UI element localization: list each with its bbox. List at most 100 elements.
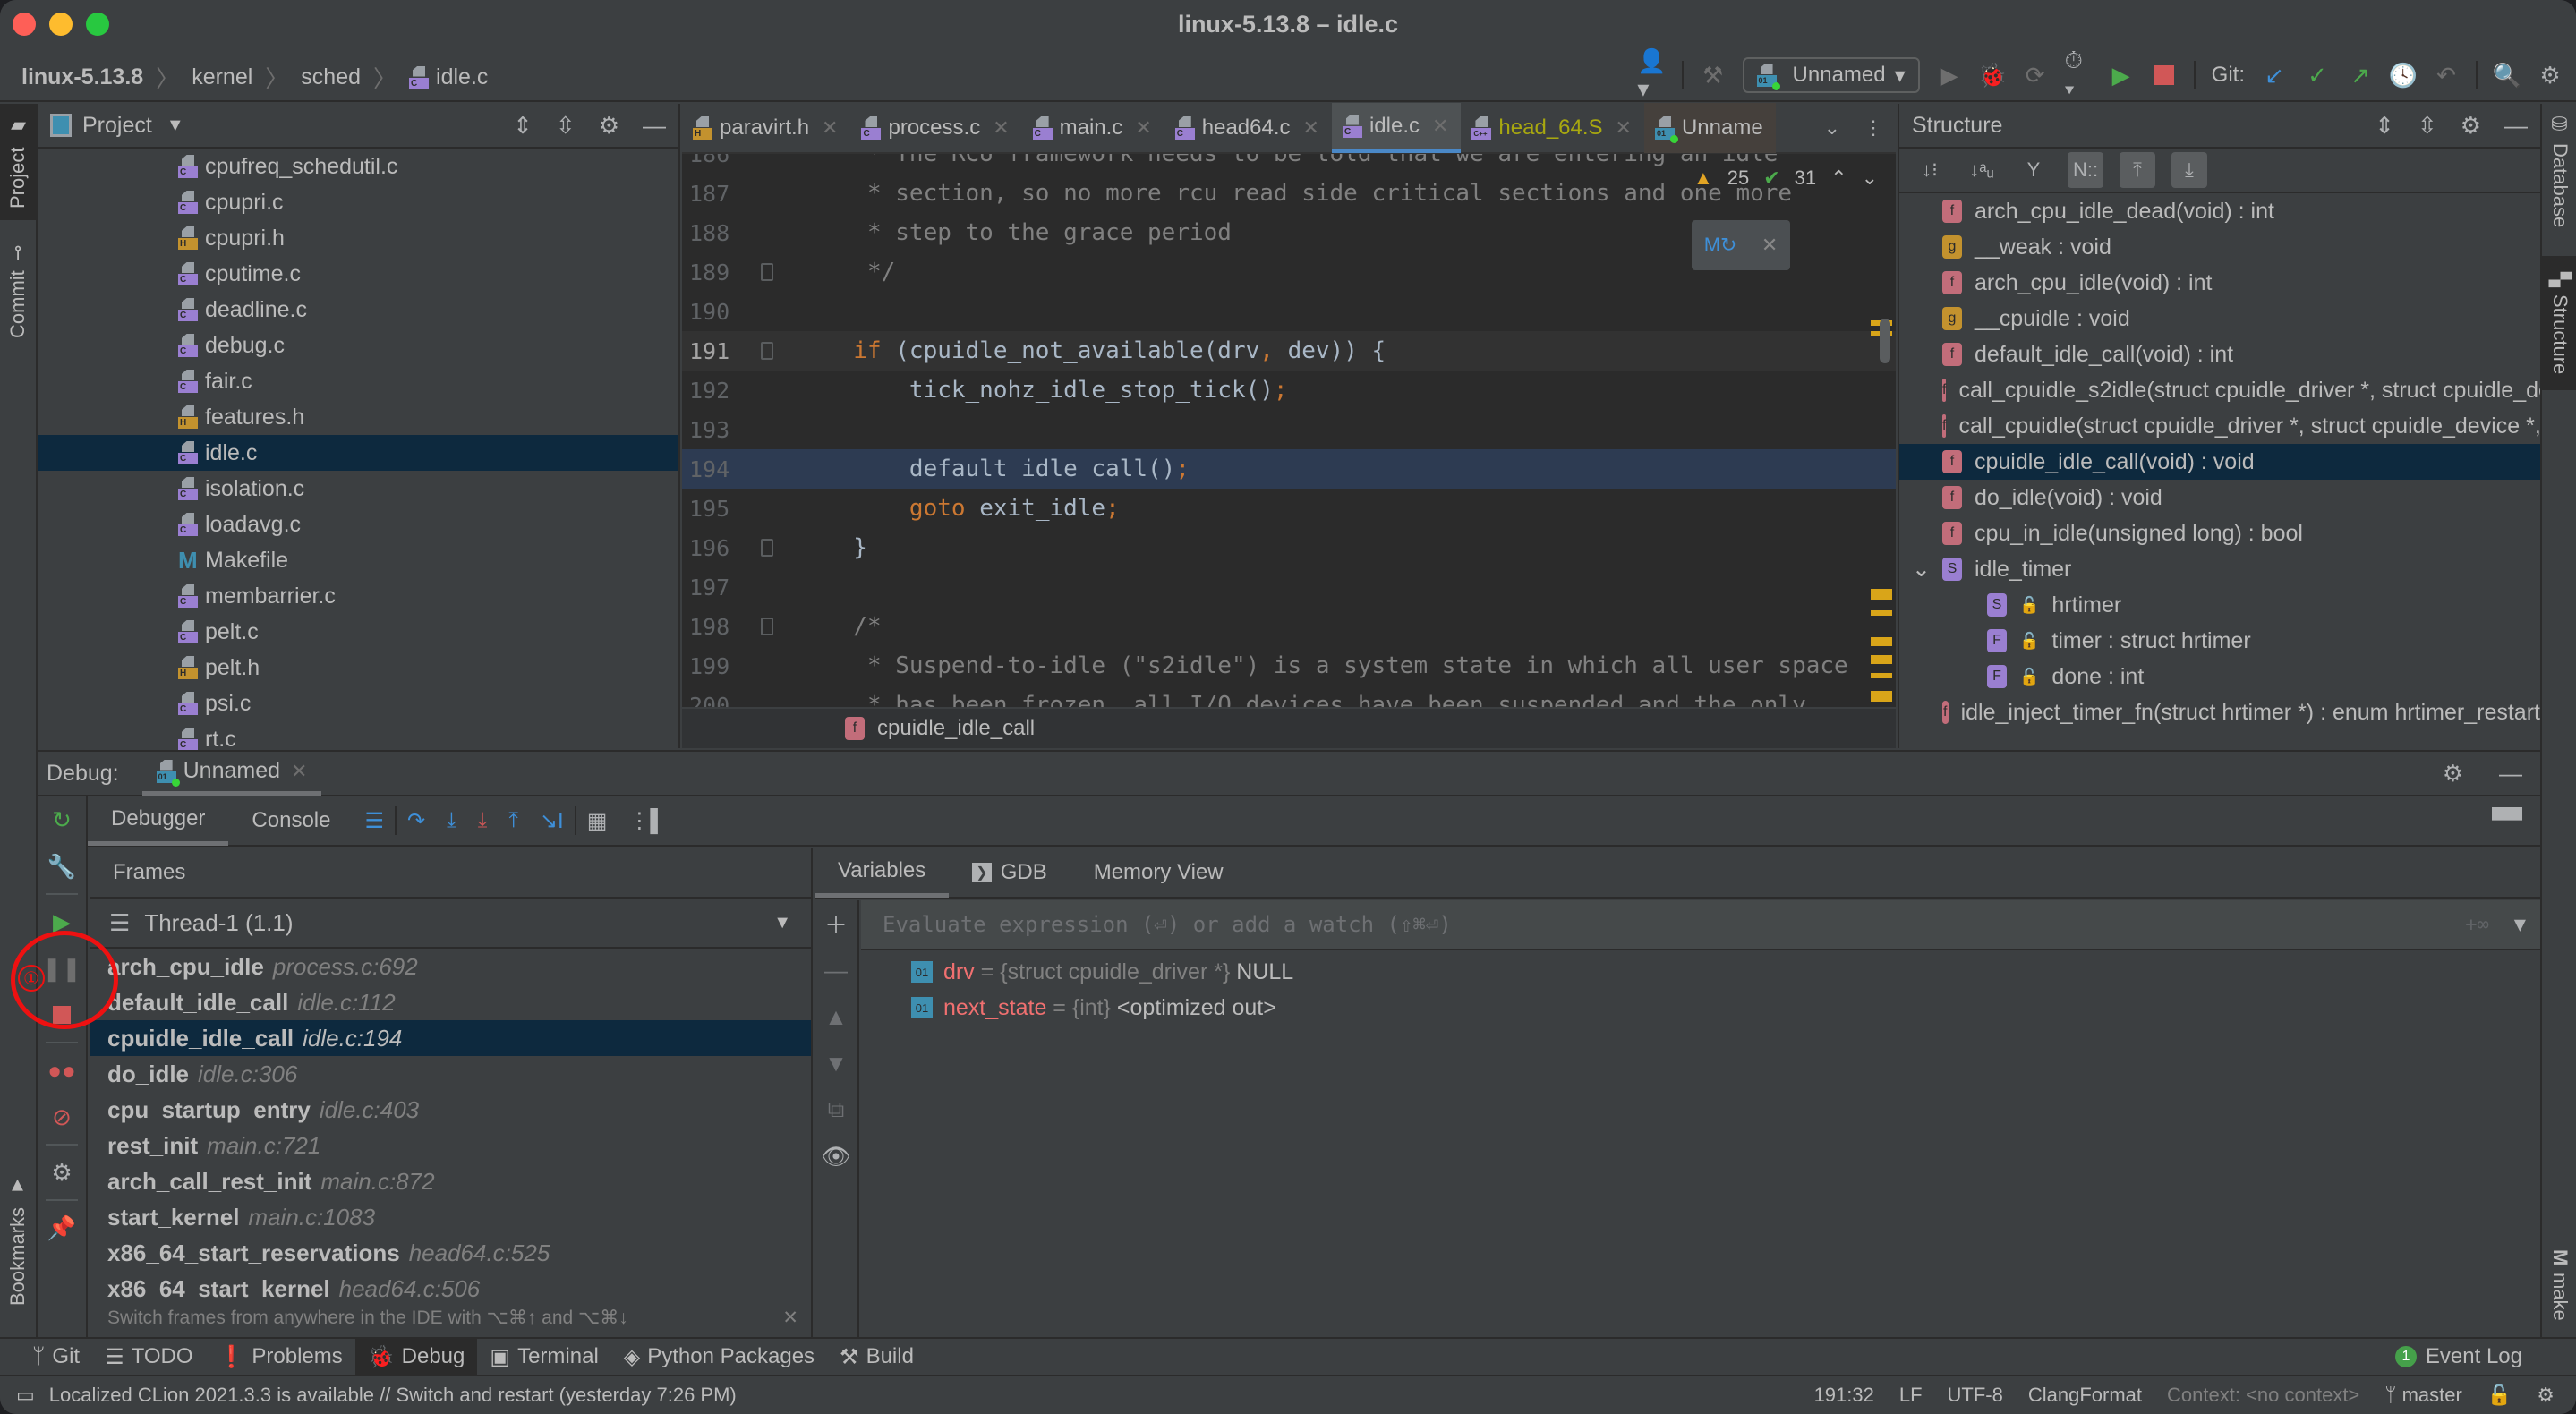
variable-row[interactable]: 01 drv = {struct cpuidle_driver *} NULL — [911, 954, 1293, 990]
tool-window-debug[interactable]: 🐞 Debug — [354, 1338, 478, 1376]
editor-tab[interactable]: C++ head_64.S ✕ — [1461, 103, 1644, 153]
line-number[interactable]: 194 — [682, 456, 745, 482]
code-line[interactable]: 194 default_idle_call(); — [682, 449, 1896, 489]
project-file-item[interactable]: Cpsi.c — [38, 686, 678, 721]
collapse-all-icon[interactable]: ⇳ — [556, 112, 576, 140]
breadcrumb-sched[interactable]: sched — [301, 64, 361, 90]
close-tab-icon[interactable]: ✕ — [993, 116, 1009, 140]
variable-row[interactable]: 01 next_state = {int} <optimized out> — [911, 990, 1276, 1026]
line-number[interactable]: 192 — [682, 378, 745, 404]
previous-highlight-icon[interactable]: ⌃ — [1830, 166, 1847, 190]
evaluate-expression-icon[interactable]: ▦ — [587, 808, 608, 834]
structure-item[interactable]: F 🔓 done : int — [1899, 659, 2540, 694]
debug-settings-gear-icon[interactable]: ⚙ — [38, 1149, 86, 1196]
project-file-item[interactable]: Cdebug.c — [38, 328, 678, 363]
trace-current-stream-icon[interactable]: ⋮▌ — [628, 808, 665, 834]
code-line[interactable]: 197 — [682, 567, 1896, 607]
pin-tab-icon[interactable]: 📌 — [38, 1205, 86, 1251]
tool-tab-database[interactable]: ⛁ Database — [2542, 104, 2576, 238]
stack-frame[interactable]: cpu_startup_entry idle.c:403 — [90, 1092, 811, 1128]
chevron-down-icon[interactable]: ▼ — [166, 115, 184, 136]
navigate-from-source-icon[interactable]: ⤒ — [2120, 152, 2155, 188]
line-number[interactable]: 189 — [682, 260, 745, 285]
file-encoding[interactable]: UTF-8 — [1948, 1384, 2003, 1407]
cmake-reload-icon[interactable]: M↻ — [1704, 234, 1737, 257]
run-with-coverage-icon[interactable]: ▶ — [2108, 62, 2135, 89]
code-line[interactable]: 192 tick_nohz_idle_stop_tick(); — [682, 371, 1896, 410]
editor-tab[interactable]: Cidle.c ✕ — [1331, 103, 1462, 153]
line-number[interactable]: 193 — [682, 417, 745, 443]
line-separator[interactable]: LF — [1899, 1384, 1923, 1407]
run-icon[interactable]: ▶ — [1936, 62, 1963, 89]
add-watch-icon[interactable]: ＋ — [815, 900, 857, 947]
editor-breadcrumb-function[interactable]: cpuidle_idle_call — [877, 716, 1035, 741]
structure-item[interactable]: f call_cpuidle(struct cpuidle_driver *, s… — [1899, 408, 2540, 444]
gutter[interactable] — [745, 371, 825, 410]
show-namespaces-icon[interactable]: N:: — [2068, 152, 2103, 188]
expand-all-icon[interactable]: ⇕ — [513, 112, 533, 140]
line-number[interactable]: 186 — [682, 154, 745, 167]
collapse-all-icon[interactable]: ⇳ — [2418, 112, 2437, 140]
line-number[interactable]: 190 — [682, 299, 745, 325]
evaluate-expression-input[interactable]: Evaluate expression (⏎) or add a watch (… — [861, 900, 2540, 950]
structure-item[interactable]: f idle_inject_timer_fn(struct hrtimer *) … — [1899, 694, 2540, 730]
view-options-eye-icon[interactable]: 👁 — [815, 1133, 857, 1180]
debug-session-tab[interactable]: 01 Unnamed ✕ — [141, 751, 322, 796]
help-gear-icon[interactable]: ⚙ — [2537, 1384, 2555, 1407]
build-hammer-icon[interactable]: ⚒ — [1700, 62, 1727, 89]
tab-console[interactable]: Console — [228, 796, 354, 846]
hide-icon[interactable]: — — [2499, 760, 2522, 788]
code-line[interactable]: 196 } — [682, 528, 1896, 567]
editor-tab[interactable]: Cmain.c ✕ — [1022, 103, 1164, 153]
structure-item[interactable]: f cpuidle_idle_call(void) : void — [1899, 444, 2540, 480]
step-out-icon[interactable]: ⤒ — [508, 808, 518, 833]
project-title[interactable]: Project — [82, 113, 152, 139]
close-tab-icon[interactable]: ✕ — [1616, 116, 1632, 140]
stack-frame[interactable]: x86_64_start_reservations head64.c:525 — [90, 1235, 811, 1271]
gear-icon[interactable]: ⚙ — [2461, 112, 2481, 140]
tab-variables[interactable]: Variables — [815, 848, 950, 898]
duplicate-watch-icon[interactable]: ⧉ — [815, 1086, 857, 1133]
code-line[interactable]: 198 /* — [682, 607, 1896, 646]
tab-gdb[interactable]: ❯ GDB — [949, 848, 1070, 898]
structure-item[interactable]: f default_idle_call(void) : int — [1899, 336, 2540, 372]
fold-icon[interactable] — [761, 618, 773, 635]
structure-item[interactable]: g __weak : void — [1899, 229, 2540, 265]
stack-frame[interactable]: arch_cpu_idle process.c:692 — [90, 949, 811, 984]
run-to-cursor-icon[interactable]: ↘I — [540, 808, 564, 834]
tab-list-chevron-icon[interactable]: ⌄ — [1824, 116, 1840, 140]
git-commit-icon[interactable]: ✓ — [2304, 62, 2331, 89]
code-line[interactable]: 199 * Suspend-to-idle ("s2idle") is a sy… — [682, 646, 1896, 686]
editor-tab[interactable]: Cprocess.c ✕ — [850, 103, 1021, 153]
tab-memory-view[interactable]: Memory View — [1070, 848, 1247, 898]
settings-wrench-icon[interactable]: 🔧 — [38, 843, 86, 890]
context-selector[interactable]: Context: <no context> — [2167, 1384, 2359, 1407]
git-push-icon[interactable]: ↗ — [2347, 62, 2374, 89]
structure-item[interactable]: f arch_cpu_idle(void) : int — [1899, 265, 2540, 301]
stack-frame[interactable]: cpuidle_idle_call idle.c:194 — [90, 1020, 811, 1056]
chevron-down-icon[interactable]: ⌄ — [1912, 556, 1942, 583]
gutter[interactable] — [745, 489, 825, 528]
gear-icon[interactable]: ⚙ — [2443, 760, 2463, 788]
tool-window-problems[interactable]: ❗ Problems — [206, 1338, 355, 1376]
step-over-icon[interactable]: ↷ — [407, 808, 425, 834]
code-line[interactable]: 200 * has been frozen, all I/O devices h… — [682, 686, 1896, 707]
gear-icon[interactable]: ⚙ — [599, 112, 619, 140]
structure-item[interactable]: g __cpuidle : void — [1899, 301, 2540, 336]
project-file-item[interactable]: Cmembarrier.c — [38, 578, 678, 614]
project-file-item[interactable]: M Makefile — [38, 542, 678, 578]
editor-tab[interactable]: Hparavirt.h ✕ — [682, 103, 850, 153]
error-stripe[interactable] — [1869, 154, 1892, 702]
project-file-item[interactable]: Cidle.c — [38, 435, 678, 471]
gutter[interactable] — [745, 252, 825, 292]
close-tab-icon[interactable]: ✕ — [822, 116, 838, 140]
breadcrumb-project[interactable]: linux-5.13.8 — [21, 64, 143, 90]
git-history-icon[interactable]: 🕓 — [2389, 62, 2418, 89]
status-layout-icon[interactable]: ▭ — [16, 1384, 35, 1407]
tool-tab-make[interactable]: M make — [2542, 1240, 2576, 1330]
attach-icon[interactable]: ⟳ — [2022, 62, 2049, 89]
structure-item[interactable]: S 🔓 hrtimer — [1899, 587, 2540, 623]
show-execution-point-icon[interactable]: ☰ — [364, 808, 384, 834]
breadcrumb-kernel[interactable]: kernel — [192, 64, 252, 90]
structure-item[interactable]: f do_idle(void) : void — [1899, 480, 2540, 515]
